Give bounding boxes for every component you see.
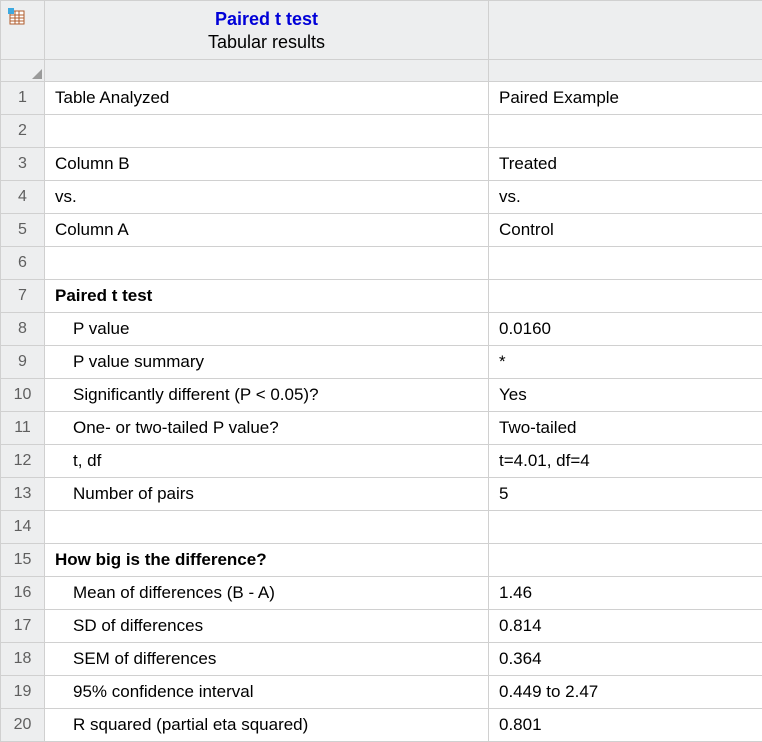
- row-number[interactable]: 20: [1, 709, 45, 742]
- result-label-cell[interactable]: SD of differences: [45, 610, 489, 643]
- table-row: 9P value summary*: [1, 346, 762, 379]
- column-b-header[interactable]: [489, 1, 762, 60]
- result-label-cell[interactable]: How big is the difference?: [45, 544, 489, 577]
- select-all-corner[interactable]: [1, 60, 45, 82]
- results-sheet-icon: [7, 7, 27, 27]
- result-label-cell[interactable]: t, df: [45, 445, 489, 478]
- row-number[interactable]: 7: [1, 280, 45, 313]
- result-label-cell[interactable]: Significantly different (P < 0.05)?: [45, 379, 489, 412]
- table-row: 12t, dft=4.01, df=4: [1, 445, 762, 478]
- table-row: 13Number of pairs5: [1, 478, 762, 511]
- result-value-cell[interactable]: Yes: [489, 379, 762, 412]
- result-label-cell[interactable]: [45, 511, 489, 544]
- row-number[interactable]: 6: [1, 247, 45, 280]
- row-number[interactable]: 10: [1, 379, 45, 412]
- row-number[interactable]: 15: [1, 544, 45, 577]
- result-value-cell[interactable]: [489, 511, 762, 544]
- table-corner[interactable]: [1, 1, 45, 60]
- table-row: 3Column BTreated: [1, 148, 762, 181]
- result-value-cell[interactable]: [489, 544, 762, 577]
- result-label-cell[interactable]: [45, 115, 489, 148]
- result-value-cell[interactable]: 0.364: [489, 643, 762, 676]
- row-number[interactable]: 13: [1, 478, 45, 511]
- result-label-cell[interactable]: Number of pairs: [45, 478, 489, 511]
- table-row: 10Significantly different (P < 0.05)?Yes: [1, 379, 762, 412]
- result-value-cell[interactable]: [489, 247, 762, 280]
- table-row: 1995% confidence interval0.449 to 2.47: [1, 676, 762, 709]
- table-row: 20R squared (partial eta squared)0.801: [1, 709, 762, 742]
- table-row: 4vs.vs.: [1, 181, 762, 214]
- table-row: 7Paired t test: [1, 280, 762, 313]
- table-row: 5Column AControl: [1, 214, 762, 247]
- table-row: 14: [1, 511, 762, 544]
- result-label-cell[interactable]: Column A: [45, 214, 489, 247]
- result-label-cell[interactable]: R squared (partial eta squared): [45, 709, 489, 742]
- result-value-cell[interactable]: vs.: [489, 181, 762, 214]
- result-value-cell[interactable]: Control: [489, 214, 762, 247]
- table-row: 16Mean of differences (B - A)1.46: [1, 577, 762, 610]
- result-label-cell[interactable]: Paired t test: [45, 280, 489, 313]
- result-value-cell[interactable]: [489, 280, 762, 313]
- table-row: 6: [1, 247, 762, 280]
- result-value-cell[interactable]: t=4.01, df=4: [489, 445, 762, 478]
- row-number[interactable]: 5: [1, 214, 45, 247]
- table-row: 15How big is the difference?: [1, 544, 762, 577]
- result-value-cell[interactable]: 0.801: [489, 709, 762, 742]
- result-label-cell[interactable]: SEM of differences: [45, 643, 489, 676]
- col-a-selector[interactable]: [45, 60, 489, 82]
- row-number[interactable]: 12: [1, 445, 45, 478]
- row-number[interactable]: 2: [1, 115, 45, 148]
- result-label-cell[interactable]: Mean of differences (B - A): [45, 577, 489, 610]
- result-value-cell[interactable]: Paired Example: [489, 82, 762, 115]
- result-value-cell[interactable]: 0.814: [489, 610, 762, 643]
- result-label-cell[interactable]: 95% confidence interval: [45, 676, 489, 709]
- result-label-cell[interactable]: Column B: [45, 148, 489, 181]
- result-value-cell[interactable]: 0.449 to 2.47: [489, 676, 762, 709]
- table-row: 2: [1, 115, 762, 148]
- result-label-cell[interactable]: P value summary: [45, 346, 489, 379]
- table-row: 8P value0.0160: [1, 313, 762, 346]
- result-value-cell[interactable]: 0.0160: [489, 313, 762, 346]
- row-number[interactable]: 14: [1, 511, 45, 544]
- table-row: 18SEM of differences0.364: [1, 643, 762, 676]
- result-label-cell[interactable]: P value: [45, 313, 489, 346]
- results-table[interactable]: Paired t test Tabular results 1Table Ana…: [0, 0, 762, 742]
- table-row: 1Table AnalyzedPaired Example: [1, 82, 762, 115]
- row-number[interactable]: 3: [1, 148, 45, 181]
- results-title: Paired t test: [45, 1, 488, 31]
- result-label-cell[interactable]: Table Analyzed: [45, 82, 489, 115]
- result-value-cell[interactable]: 1.46: [489, 577, 762, 610]
- result-value-cell[interactable]: *: [489, 346, 762, 379]
- row-number[interactable]: 16: [1, 577, 45, 610]
- row-number[interactable]: 19: [1, 676, 45, 709]
- table-row: 11One- or two-tailed P value?Two-tailed: [1, 412, 762, 445]
- row-number[interactable]: 18: [1, 643, 45, 676]
- row-number[interactable]: 4: [1, 181, 45, 214]
- result-value-cell[interactable]: [489, 115, 762, 148]
- result-label-cell[interactable]: One- or two-tailed P value?: [45, 412, 489, 445]
- result-label-cell[interactable]: [45, 247, 489, 280]
- row-number[interactable]: 11: [1, 412, 45, 445]
- results-subtitle: Tabular results: [45, 31, 488, 59]
- row-number[interactable]: 17: [1, 610, 45, 643]
- row-number[interactable]: 8: [1, 313, 45, 346]
- result-label-cell[interactable]: vs.: [45, 181, 489, 214]
- table-row: 17SD of differences0.814: [1, 610, 762, 643]
- column-a-header[interactable]: Paired t test Tabular results: [45, 1, 489, 60]
- result-value-cell[interactable]: Treated: [489, 148, 762, 181]
- result-value-cell[interactable]: Two-tailed: [489, 412, 762, 445]
- result-value-cell[interactable]: 5: [489, 478, 762, 511]
- row-number[interactable]: 1: [1, 82, 45, 115]
- row-number[interactable]: 9: [1, 346, 45, 379]
- col-b-selector[interactable]: [489, 60, 762, 82]
